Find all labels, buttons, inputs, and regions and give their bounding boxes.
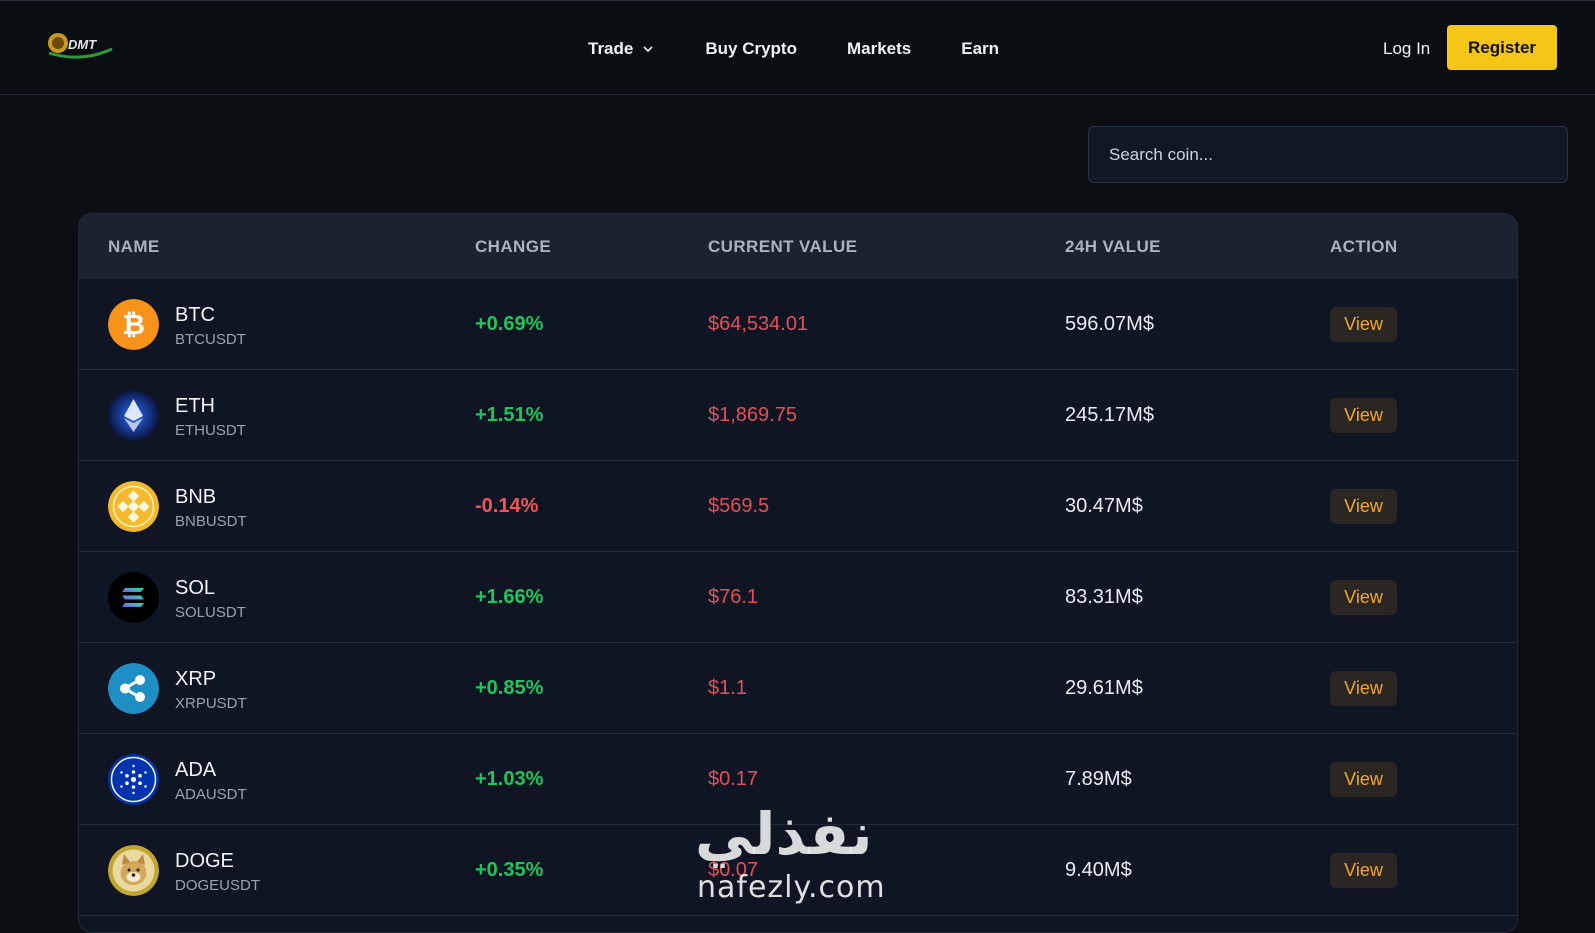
view-button[interactable]: View bbox=[1330, 398, 1397, 433]
change-value: +0.85% bbox=[475, 677, 544, 699]
current-value: $64,534.01 bbox=[708, 313, 809, 335]
coin-symbol: BTC bbox=[175, 304, 215, 326]
xrp-icon bbox=[108, 663, 159, 714]
volume-24h: 83.31M$ bbox=[1065, 586, 1143, 608]
volume-24h: 29.61M$ bbox=[1065, 677, 1143, 699]
dogecoin-icon bbox=[108, 845, 159, 896]
change-value: -0.14% bbox=[475, 495, 539, 517]
coin-symbol: ADA bbox=[175, 759, 217, 781]
change-value: +1.51% bbox=[475, 404, 544, 426]
volume-24h: 596.07M$ bbox=[1065, 313, 1154, 335]
table-row: DOGE DOGEUSDT +0.35% $0.07 9.40M$ View bbox=[79, 825, 1517, 916]
change-value: +0.35% bbox=[475, 859, 544, 881]
view-button[interactable]: View bbox=[1330, 580, 1397, 615]
markets-table: NAME CHANGE CURRENT VALUE 24H VALUE ACTI… bbox=[78, 213, 1518, 933]
volume-24h: 245.17M$ bbox=[1065, 404, 1154, 426]
current-value: $0.17 bbox=[708, 768, 759, 790]
nav-buy-crypto[interactable]: Buy Crypto bbox=[705, 39, 797, 59]
chevron-down-icon bbox=[643, 45, 653, 52]
view-button[interactable]: View bbox=[1330, 853, 1397, 888]
header-current-value: CURRENT VALUE bbox=[708, 236, 858, 256]
bitcoin-icon: ₿ bbox=[108, 299, 159, 350]
coin-symbol: DOGE bbox=[175, 850, 234, 872]
ethereum-icon bbox=[108, 390, 159, 441]
table-row: ADA ADAUSDT +1.03% $0.17 7.89M$ View bbox=[79, 734, 1517, 825]
header-name: NAME bbox=[108, 236, 160, 256]
main-nav: Trade Buy Crypto Markets Earn bbox=[588, 1, 1049, 96]
nav-markets[interactable]: Markets bbox=[847, 39, 911, 59]
table-header: NAME CHANGE CURRENT VALUE 24H VALUE ACTI… bbox=[79, 214, 1517, 279]
coin-pair: ETHUSDT bbox=[175, 422, 246, 439]
table-row: BNB BNBUSDT -0.14% $569.5 30.47M$ View bbox=[79, 461, 1517, 552]
nav-earn-label: Earn bbox=[961, 38, 1000, 58]
coin-pair: DOGEUSDT bbox=[175, 877, 261, 894]
svg-text:₿: ₿ bbox=[122, 308, 145, 341]
register-button[interactable]: Register bbox=[1447, 25, 1557, 70]
change-value: +0.69% bbox=[475, 313, 544, 335]
cardano-icon bbox=[108, 754, 159, 805]
coin-symbol: XRP bbox=[175, 668, 217, 690]
view-button[interactable]: View bbox=[1330, 671, 1397, 706]
view-button[interactable]: View bbox=[1330, 307, 1397, 342]
top-navbar: DMT Trade Buy Crypto Markets Earn Log In… bbox=[0, 0, 1595, 95]
nav-trade[interactable]: Trade bbox=[588, 39, 655, 59]
table-row: ₿ BTC BTCUSDT +0.69% $64,534.01 596.07M$… bbox=[79, 279, 1517, 370]
table-row: XRP XRPUSDT +0.85% $1.1 29.61M$ View bbox=[79, 643, 1517, 734]
coin-pair: BTCUSDT bbox=[175, 331, 246, 348]
coin-symbol: SOL bbox=[175, 577, 216, 599]
volume-24h: 30.47M$ bbox=[1065, 495, 1143, 517]
coin-symbol: BNB bbox=[175, 486, 217, 508]
volume-24h: 7.89M$ bbox=[1065, 768, 1132, 790]
coin-pair: XRPUSDT bbox=[175, 695, 247, 712]
table-row: SOL SOLUSDT +1.66% $76.1 83.31M$ View bbox=[79, 552, 1517, 643]
nav-buy-crypto-label: Buy Crypto bbox=[705, 38, 797, 58]
dmt-logo[interactable]: DMT bbox=[46, 29, 116, 63]
nav-earn[interactable]: Earn bbox=[961, 39, 999, 59]
change-value: +1.03% bbox=[475, 768, 544, 790]
current-value: $1,869.75 bbox=[708, 404, 797, 426]
bnb-icon bbox=[108, 481, 159, 532]
register-label: Register bbox=[1467, 37, 1537, 57]
header-action: ACTION bbox=[1330, 236, 1398, 256]
table-row: ETH ETHUSDT +1.51% $1,869.75 245.17M$ Vi… bbox=[79, 370, 1517, 461]
coin-symbol: ETH bbox=[175, 395, 215, 417]
header-change: CHANGE bbox=[475, 236, 552, 256]
current-value: $76.1 bbox=[708, 586, 759, 608]
current-value: $569.5 bbox=[708, 495, 770, 517]
solana-icon bbox=[108, 572, 159, 623]
coin-pair: ADAUSDT bbox=[175, 786, 247, 803]
change-value: +1.66% bbox=[475, 586, 544, 608]
current-value: $0.07 bbox=[708, 859, 759, 881]
search-coin-input[interactable] bbox=[1088, 126, 1568, 183]
nav-markets-label: Markets bbox=[846, 38, 912, 58]
coin-pair: SOLUSDT bbox=[175, 604, 246, 621]
header-24h-value: 24H VALUE bbox=[1065, 236, 1161, 256]
login-label: Log In bbox=[1383, 38, 1431, 58]
volume-24h: 9.40M$ bbox=[1065, 859, 1132, 881]
logo-text: DMT bbox=[68, 37, 97, 52]
login-link[interactable]: Log In bbox=[1383, 1, 1430, 96]
coin-pair: BNBUSDT bbox=[175, 513, 247, 530]
view-button[interactable]: View bbox=[1330, 489, 1397, 524]
current-value: $1.1 bbox=[708, 677, 747, 699]
nav-trade-label: Trade bbox=[588, 38, 634, 58]
view-button[interactable]: View bbox=[1330, 762, 1397, 797]
